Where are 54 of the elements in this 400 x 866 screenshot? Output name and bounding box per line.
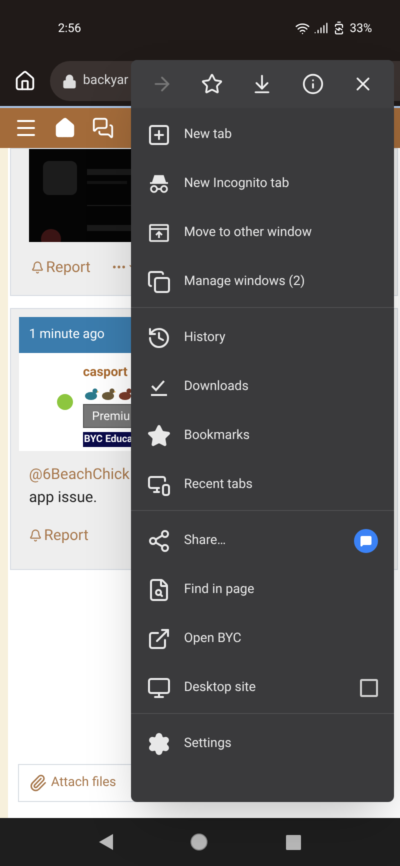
- menu-item-label: History: [184, 328, 226, 347]
- clock: 2:56: [58, 20, 82, 37]
- back-icon[interactable]: [98, 834, 113, 850]
- bird-icon: [117, 387, 133, 401]
- bird-icon: [100, 387, 116, 401]
- menu-item[interactable]: History: [131, 313, 394, 362]
- star-icon: [201, 73, 224, 95]
- url-text: backyar: [83, 72, 128, 90]
- menu-item[interactable]: Manage windows (2): [131, 257, 394, 306]
- wifi-icon: [294, 20, 310, 36]
- post-time: 1 minute ago: [29, 326, 105, 344]
- menu-item[interactable]: Find in page: [131, 565, 394, 614]
- menu-item-label: Recent tabs: [184, 476, 254, 494]
- signal-icon: [314, 21, 328, 35]
- menu-item-label: Open BYC: [184, 630, 242, 648]
- menu-item-label: Bookmarks: [184, 426, 251, 445]
- menu-item-label: Settings: [184, 734, 232, 753]
- menu-item-label: New tab: [184, 126, 233, 144]
- home-icon[interactable]: [14, 70, 36, 92]
- menu-item-label: Manage windows (2): [184, 272, 306, 291]
- open-app-icon: [147, 626, 171, 650]
- menu-item[interactable]: Open BYC: [131, 614, 394, 663]
- find-page-icon: [147, 578, 171, 602]
- menu-item[interactable]: Move to other window: [131, 208, 394, 257]
- post-text: app issue.: [29, 486, 98, 508]
- chat-icon[interactable]: [92, 117, 114, 139]
- lock-icon: [62, 74, 77, 88]
- recents-icon[interactable]: [286, 834, 302, 850]
- bell-icon: [31, 260, 44, 274]
- share-icon: [147, 528, 171, 552]
- desktop-checkbox[interactable]: [360, 678, 378, 696]
- bird-icon: [83, 387, 99, 401]
- menu-item-label: Find in page: [184, 580, 256, 599]
- paperclip-icon: [29, 774, 47, 792]
- battery-level: 33%: [350, 20, 372, 37]
- menu-item-label: Share…: [184, 532, 227, 550]
- history-icon: [147, 326, 171, 350]
- menu-item[interactable]: Share…: [131, 516, 394, 565]
- author-name: casport: [83, 364, 129, 382]
- menu-item-label: Downloads: [184, 378, 250, 396]
- bell-icon: [29, 528, 42, 542]
- monitor-icon: [147, 676, 171, 700]
- home-circle-icon[interactable]: [190, 833, 208, 851]
- menu-item[interactable]: Desktop site: [131, 663, 394, 712]
- menu-item-label: New Incognito tab: [184, 174, 290, 193]
- menu-item[interactable]: New tab: [131, 110, 394, 159]
- menu-item[interactable]: New Incognito tab: [131, 159, 394, 208]
- menu-item-label: Move to other window: [184, 224, 313, 242]
- info-icon: [302, 73, 324, 95]
- menu-item-label: Desktop site: [184, 678, 257, 697]
- menu-item[interactable]: Recent tabs: [131, 460, 394, 509]
- star-icon: [147, 424, 171, 448]
- windows-icon: [147, 270, 171, 294]
- plus-square-icon: [147, 122, 171, 146]
